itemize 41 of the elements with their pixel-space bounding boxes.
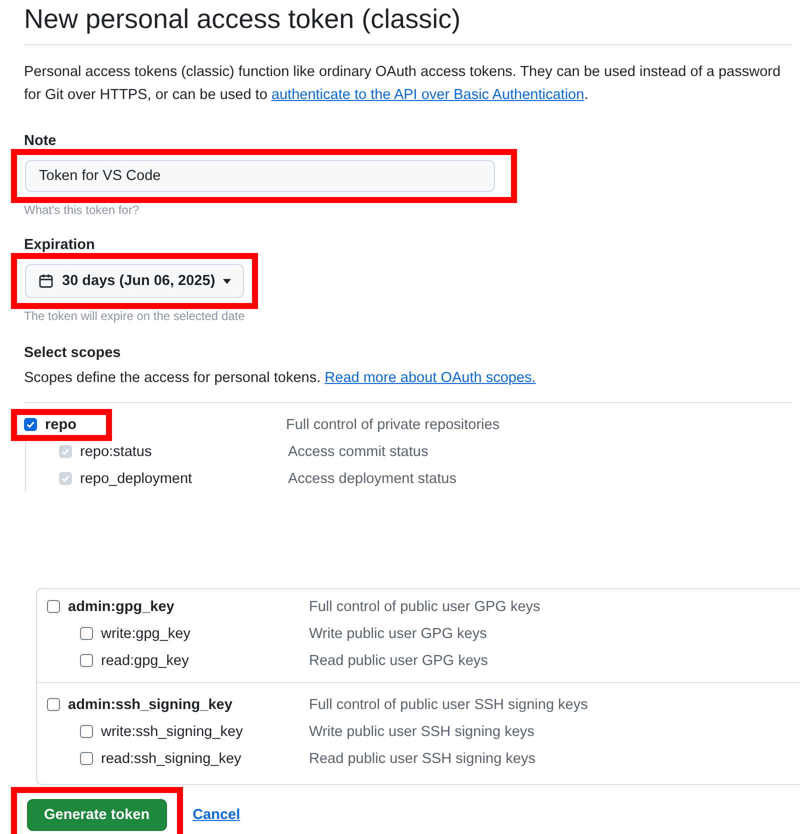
caret-icon xyxy=(223,278,232,284)
oauth-scopes-link[interactable]: Read more about OAuth scopes. xyxy=(324,370,536,386)
scope-description: Full control of public user GPG keys xyxy=(309,598,542,614)
scope-name: write:gpg_key xyxy=(101,626,190,642)
scope-name: admin:gpg_key xyxy=(68,598,174,614)
scope-description: Access commit status xyxy=(288,444,430,460)
cancel-link[interactable]: Cancel xyxy=(192,807,240,823)
scope-name: admin:ssh_signing_key xyxy=(68,696,232,712)
checkbox[interactable] xyxy=(24,418,37,431)
expiration-dropdown[interactable]: 30 days (Jun 06, 2025) xyxy=(25,264,244,298)
scope-description: Access deployment status xyxy=(288,470,458,486)
note-input[interactable]: Token for VS Code xyxy=(25,160,495,192)
scope-name: repo_deployment xyxy=(80,470,192,486)
scopes-description: Scopes define the access for personal tokens. Read more about OAuth scopes. xyxy=(24,369,537,388)
basic-auth-link[interactable]: authenticate to the API over Basic Authentication xyxy=(271,87,584,103)
note-hint: What's this token for? xyxy=(24,203,140,217)
scope-description: Full control of public user SSH signing keys xyxy=(309,696,589,712)
scope-description: Read public user GPG keys xyxy=(309,652,489,668)
checkbox[interactable] xyxy=(80,725,93,738)
scope-description: Write public user GPG keys xyxy=(309,626,488,642)
scope-description: Write public user SSH signing keys xyxy=(309,724,536,740)
checkbox[interactable] xyxy=(47,600,60,613)
page-title: New personal access token (classic) xyxy=(24,0,792,45)
checkbox[interactable] xyxy=(80,654,93,667)
note-label: Note xyxy=(24,133,58,149)
checkbox[interactable] xyxy=(80,752,93,765)
calendar-icon xyxy=(38,273,54,289)
scope-name: repo:status xyxy=(80,444,152,460)
scope-description: Full control of private repositories xyxy=(286,416,501,432)
scope-name: read:gpg_key xyxy=(101,652,189,668)
scope-name: read:ssh_signing_key xyxy=(101,750,242,766)
checkbox[interactable] xyxy=(47,698,60,711)
generate-token-button[interactable]: Generate token xyxy=(27,799,167,831)
checkbox[interactable] xyxy=(80,627,93,640)
intro-text: Personal access tokens (classic) function like ordinary OAuth access tokens. They can be used instead of a password for Git over HTTPS, or can be used to authenticate to the API over Basic Authentication. xyxy=(24,63,782,105)
scope-name: write:ssh_signing_key xyxy=(101,724,243,740)
scopes-title: Select scopes xyxy=(24,345,122,361)
scope-name: repo xyxy=(45,416,76,432)
expiration-hint: The token will expire on the selected date xyxy=(24,309,246,323)
scope-description: Read public user SSH signing keys xyxy=(309,750,536,766)
expiration-label: Expiration xyxy=(24,237,96,253)
